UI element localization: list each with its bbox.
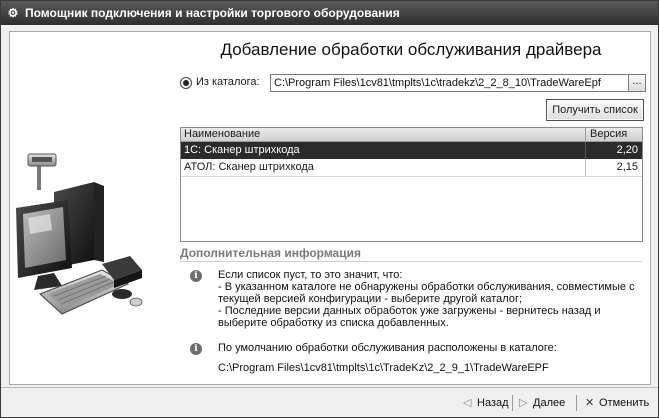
default-catalog-path: C:\Program Files\1cv81\tmplts\1c\TradeKz…: [218, 362, 549, 374]
row-version: 2,15: [616, 161, 638, 173]
catalog-path-input[interactable]: [270, 74, 630, 92]
row-version: 2,20: [616, 144, 638, 156]
footer-divider: [576, 395, 577, 411]
content-panel: Добавление обработки обслуживания драйве…: [9, 31, 651, 385]
table-row[interactable]: АТОЛ: Сканер штрихкода 2,15: [181, 159, 642, 177]
window-title: Помощник подключения и настройки торгово…: [25, 6, 400, 20]
back-button[interactable]: ◁ Назад: [463, 395, 509, 411]
info-text-line: - В указанном каталоге не обнаружены обр…: [218, 281, 635, 293]
row-separator: [585, 142, 586, 159]
title-bar: ⚙ Помощник подключения и настройки торго…: [1, 1, 658, 25]
get-list-button[interactable]: Получить список: [546, 99, 644, 121]
from-catalog-label[interactable]: Из каталога:: [196, 76, 260, 88]
row-separator: [585, 159, 586, 176]
table-header: Наименование Версия: [181, 128, 642, 142]
cancel-button[interactable]: ✕ Отменить: [585, 395, 649, 411]
next-arrow-icon: ▷: [519, 397, 528, 409]
info-text-line: Если список пуст, то это значит, что:: [218, 269, 403, 281]
page-heading: Добавление обработки обслуживания драйве…: [220, 40, 602, 59]
info-text-line: текущей версией конфигурации - выберите …: [218, 293, 523, 305]
wizard-window: ⚙ Помощник подключения и настройки торго…: [0, 0, 659, 418]
row-name: АТОЛ: Сканер штрихкода: [184, 161, 314, 173]
column-header-version[interactable]: Версия: [590, 128, 640, 141]
row-name: 1С: Сканер штрихкода: [184, 144, 300, 156]
column-separator[interactable]: [585, 128, 586, 141]
info-icon: i: [190, 270, 202, 282]
browse-button[interactable]: ...: [628, 74, 646, 92]
info-text-line: - Последние версии данных обработок уже …: [218, 305, 601, 317]
default-catalog-label: По умолчанию обработки обслуживания расп…: [218, 342, 557, 354]
close-icon: ✕: [585, 397, 595, 409]
footer-separator: [1, 387, 658, 388]
footer-divider: [512, 395, 513, 411]
processing-table[interactable]: Наименование Версия 1С: Сканер штрихкода…: [180, 127, 643, 242]
equipment-illustration: [10, 32, 172, 384]
additional-info-divider: [180, 261, 642, 262]
info-icon: i: [190, 343, 202, 355]
app-icon: ⚙: [7, 6, 19, 20]
from-catalog-radio[interactable]: [180, 77, 192, 89]
additional-info-title: Дополнительная информация: [180, 246, 361, 260]
next-button[interactable]: ▷ Далее: [519, 395, 565, 411]
info-text-line: выберите обработку из списка добавленных…: [218, 317, 449, 329]
back-arrow-icon: ◁: [463, 397, 472, 409]
computer-equipment-icon: [16, 153, 143, 315]
table-row[interactable]: 1С: Сканер штрихкода 2,20: [181, 142, 642, 159]
column-header-name[interactable]: Наименование: [184, 128, 260, 141]
